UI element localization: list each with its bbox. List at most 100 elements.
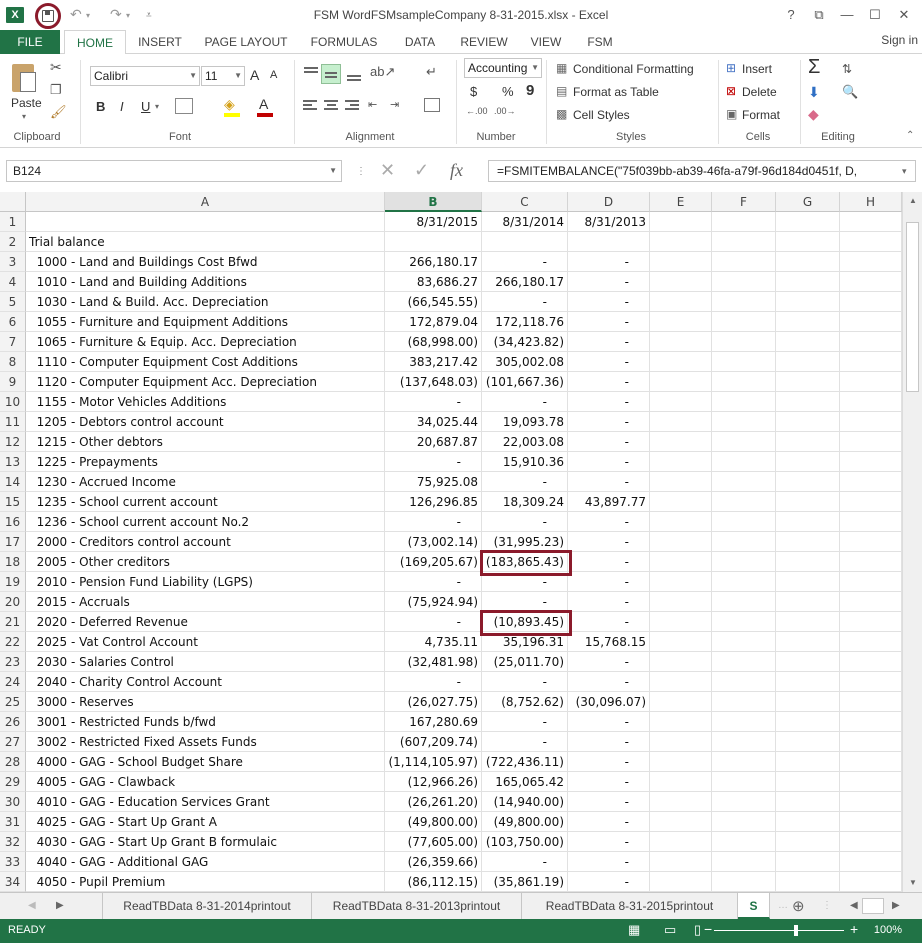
row-header[interactable]: 7 xyxy=(0,332,26,352)
cell-c[interactable]: - xyxy=(482,292,568,312)
new-sheet-icon[interactable]: ⊕ xyxy=(792,897,805,915)
cell-c[interactable]: 19,093.78 xyxy=(482,412,568,432)
cell-c[interactable]: - xyxy=(482,852,568,872)
cell-g[interactable] xyxy=(776,812,840,832)
cell-b[interactable]: (169,205.67) xyxy=(385,552,482,572)
cell-e[interactable] xyxy=(650,452,712,472)
cell-c[interactable] xyxy=(482,232,568,252)
cell-d[interactable]: - xyxy=(568,372,650,392)
column-header-g[interactable]: G xyxy=(776,192,840,212)
cell-c[interactable]: - xyxy=(482,472,568,492)
cell-e[interactable] xyxy=(650,632,712,652)
cell-c[interactable]: (14,940.00) xyxy=(482,792,568,812)
cell-a[interactable]: 1236 - School current account No.2 xyxy=(26,512,385,532)
cell-g[interactable] xyxy=(776,412,840,432)
cell-f[interactable] xyxy=(712,512,776,532)
sheet-tab[interactable]: ReadTBData 8-31-2015printout xyxy=(522,893,738,919)
row-header[interactable]: 12 xyxy=(0,432,26,452)
cell-h[interactable] xyxy=(840,552,902,572)
row-header[interactable]: 29 xyxy=(0,772,26,792)
hscroll-right-icon[interactable]: ▶ xyxy=(892,900,900,911)
column-header-h[interactable]: H xyxy=(840,192,902,212)
cell-f[interactable] xyxy=(712,852,776,872)
cell-d[interactable]: - xyxy=(568,272,650,292)
cell-f[interactable] xyxy=(712,712,776,732)
minimize-button[interactable]: — xyxy=(836,5,858,25)
formula-input[interactable]: =FSMITEMBALANCE("75f039bb-ab39-46fa-a79f… xyxy=(488,160,916,182)
cell-a[interactable]: 2030 - Salaries Control xyxy=(26,652,385,672)
row-header[interactable]: 22 xyxy=(0,632,26,652)
cell-d[interactable]: (30,096.07) xyxy=(568,692,650,712)
cell-c[interactable]: - xyxy=(482,732,568,752)
cell-c[interactable]: (25,011.70) xyxy=(482,652,568,672)
row-header[interactable]: 33 xyxy=(0,852,26,872)
cell-a[interactable]: 2025 - Vat Control Account xyxy=(26,632,385,652)
cell-a[interactable]: 4050 - Pupil Premium xyxy=(26,872,385,892)
tab-home[interactable]: HOME xyxy=(64,30,126,55)
cell-b[interactable]: - xyxy=(385,572,482,592)
cell-f[interactable] xyxy=(712,732,776,752)
cell-f[interactable] xyxy=(712,472,776,492)
cell-d[interactable]: - xyxy=(568,412,650,432)
cell-b[interactable]: (86,112.15) xyxy=(385,872,482,892)
delete-cells-button[interactable]: Delete xyxy=(742,85,777,99)
cell-h[interactable] xyxy=(840,472,902,492)
row-header[interactable]: 1 xyxy=(0,212,26,232)
cell-e[interactable] xyxy=(650,532,712,552)
cell-a[interactable]: 1155 - Motor Vehicles Additions xyxy=(26,392,385,412)
cell-e[interactable] xyxy=(650,732,712,752)
cell-g[interactable] xyxy=(776,392,840,412)
cell-g[interactable] xyxy=(776,692,840,712)
row-header[interactable]: 26 xyxy=(0,712,26,732)
cell-b[interactable]: (77,605.00) xyxy=(385,832,482,852)
row-header[interactable]: 8 xyxy=(0,352,26,372)
cell-e[interactable] xyxy=(650,612,712,632)
cell-h[interactable] xyxy=(840,712,902,732)
cell-e[interactable] xyxy=(650,652,712,672)
cell-d[interactable]: - xyxy=(568,612,650,632)
cell-e[interactable] xyxy=(650,832,712,852)
cell-g[interactable] xyxy=(776,712,840,732)
font-color-icon[interactable]: A xyxy=(259,96,268,112)
name-box[interactable]: B124 ▼ xyxy=(6,160,342,182)
cell-b[interactable]: (75,924.94) xyxy=(385,592,482,612)
cell-e[interactable] xyxy=(650,412,712,432)
cell-g[interactable] xyxy=(776,292,840,312)
zoom-out-icon[interactable]: − xyxy=(704,921,712,937)
number-format-combo[interactable]: Accounting ▼ xyxy=(464,58,542,78)
sheet-tab[interactable]: ReadTBData 8-31-2014printout xyxy=(102,893,312,919)
cell-a[interactable]: 4005 - GAG - Clawback xyxy=(26,772,385,792)
cell-d[interactable]: - xyxy=(568,592,650,612)
cell-g[interactable] xyxy=(776,852,840,872)
cell-b[interactable]: (68,998.00) xyxy=(385,332,482,352)
insert-cells-button[interactable]: Insert xyxy=(742,62,772,76)
cell-d[interactable]: - xyxy=(568,332,650,352)
cell-d[interactable]: - xyxy=(568,312,650,332)
cell-d[interactable]: - xyxy=(568,672,650,692)
cell-e[interactable] xyxy=(650,432,712,452)
cell-h[interactable] xyxy=(840,692,902,712)
cell-f[interactable] xyxy=(712,452,776,472)
cell-b[interactable]: 8/31/2015 xyxy=(385,212,482,232)
cell-f[interactable] xyxy=(712,612,776,632)
scroll-thumb[interactable] xyxy=(906,222,919,392)
cell-e[interactable] xyxy=(650,292,712,312)
cell-a[interactable]: 4030 - GAG - Start Up Grant B formulaic xyxy=(26,832,385,852)
comma-style-button[interactable]: 9 xyxy=(526,82,534,99)
cell-c[interactable]: 172,118.76 xyxy=(482,312,568,332)
cell-e[interactable] xyxy=(650,472,712,492)
cell-c[interactable]: - xyxy=(482,712,568,732)
cell-d[interactable]: - xyxy=(568,872,650,892)
redo-dropdown-icon[interactable]: ▾ xyxy=(126,11,130,20)
cell-f[interactable] xyxy=(712,872,776,892)
align-right-icon[interactable] xyxy=(344,98,362,114)
cell-g[interactable] xyxy=(776,372,840,392)
cell-h[interactable] xyxy=(840,792,902,812)
cell-b[interactable]: 75,925.08 xyxy=(385,472,482,492)
cell-h[interactable] xyxy=(840,452,902,472)
page-break-view-icon[interactable]: ▯ xyxy=(694,922,701,938)
wrap-text-icon[interactable]: ↵ xyxy=(426,64,437,80)
cell-e[interactable] xyxy=(650,512,712,532)
cell-g[interactable] xyxy=(776,772,840,792)
row-header[interactable]: 30 xyxy=(0,792,26,812)
